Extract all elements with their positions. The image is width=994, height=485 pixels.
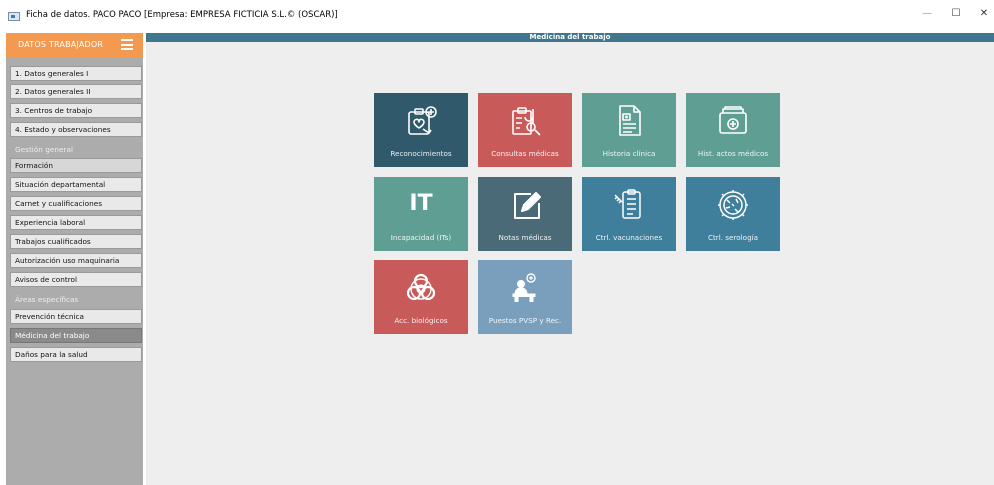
sidebar-item-experiencia-laboral[interactable]: Experiencia laboral (10, 215, 142, 230)
tile-incapacidad[interactable]: IT Incapacidad (ITs) (374, 177, 468, 251)
tile-notas-medicas[interactable]: Notas médicas (478, 177, 572, 251)
sidebar-item-prevencion-tecnica[interactable]: Prevención técnica (10, 309, 142, 324)
sidebar-item-trabajos-cualificados[interactable]: Trabajos cualificados (10, 234, 142, 249)
sidebar-header: DATOS TRABAJADOR (6, 33, 143, 57)
sidebar-item-datos-generales-2[interactable]: 2. Datos generales II (10, 84, 142, 99)
sidebar-item-medicina-trabajo[interactable]: Médicina del trabajo (10, 328, 142, 343)
main-panel: Medicina del trabajo Reconocimientos Con… (146, 33, 994, 485)
sidebar-item-formacion[interactable]: Formación (10, 158, 142, 173)
sidebar-item-carnet-cualificaciones[interactable]: Carnet y cualificaciones (10, 196, 142, 211)
sidebar-item-label: Médicina del trabajo (15, 331, 90, 340)
tile-label: Hist. actos médicos (697, 149, 769, 158)
sidebar-item-situacion-departamental[interactable]: Situación departamental (10, 177, 142, 192)
tile-label: Ctrl. serología (707, 233, 759, 242)
window-title: Ficha de datos. PACO PACO [Empresa: EMPR… (26, 10, 338, 20)
window-titlebar: Ficha de datos. PACO PACO [Empresa: EMPR… (0, 0, 994, 32)
edit-note-icon (505, 187, 545, 223)
tile-ctrl-vacunaciones[interactable]: Ctrl. vacunaciones (582, 177, 676, 251)
medical-folder-icon (713, 103, 753, 139)
sidebar-item-estado-observaciones[interactable]: 4. Estado y observaciones (10, 122, 142, 137)
sidebar-item-label: Prevención técnica (15, 312, 84, 321)
close-button[interactable]: ✕ (976, 8, 992, 19)
minimize-button[interactable]: — (919, 8, 935, 19)
tile-reconocimientos[interactable]: Reconocimientos (374, 93, 468, 167)
workstation-icon (505, 270, 545, 306)
it-text-icon: IT (409, 191, 433, 216)
app-icon (8, 12, 20, 21)
tile-consultas-medicas[interactable]: Consultas médicas (478, 93, 572, 167)
hamburger-menu-icon[interactable] (121, 39, 133, 50)
biohazard-icon (401, 270, 441, 306)
sidebar-item-datos-generales-1[interactable]: 1. Datos generales I (10, 66, 142, 81)
tile-puestos-pvsp[interactable]: Puestos PVSP y Rec. (478, 260, 572, 334)
tile-label: Incapacidad (ITs) (390, 233, 452, 242)
tile-historia-clinica[interactable]: Historia clínica (582, 93, 676, 167)
tile-label: Puestos PVSP y Rec. (488, 316, 562, 325)
group-label-gestion-general: Gestión general (15, 145, 73, 154)
medical-consult-icon (505, 103, 545, 139)
main-header-bar: Medicina del trabajo (146, 33, 994, 42)
group-label-areas-especificas: Áreas específicas (15, 295, 79, 304)
sidebar-header-label: DATOS TRABAJADOR (18, 40, 104, 49)
page-title: Medicina del trabajo (529, 33, 611, 41)
tile-ctrl-serologia[interactable]: Ctrl. serología (686, 177, 780, 251)
sidebar-item-centros-trabajo[interactable]: 3. Centros de trabajo (10, 103, 142, 118)
clinical-history-icon (609, 103, 649, 139)
maximize-button[interactable]: ☐ (948, 8, 964, 19)
tile-label: Reconocimientos (390, 149, 452, 158)
sidebar-item-danos-salud[interactable]: Daños para la salud (10, 347, 142, 362)
tile-hist-actos-medicos[interactable]: Hist. actos médicos (686, 93, 780, 167)
tile-label: Consultas médicas (491, 149, 559, 158)
sidebar-item-label: Daños para la salud (15, 350, 88, 359)
tile-label: Notas médicas (498, 233, 552, 242)
sidebar-item-avisos-control[interactable]: Avisos de control (10, 272, 142, 287)
vaccine-list-icon (609, 187, 649, 223)
tile-acc-biologicos[interactable]: Acc. biológicos (374, 260, 468, 334)
tile-label: Historia clínica (602, 149, 656, 158)
health-check-icon (401, 103, 441, 139)
sidebar-item-autorizacion-maquinaria[interactable]: Autorización uso maquinaria (10, 253, 142, 268)
tile-label: Acc. biológicos (394, 316, 448, 325)
tile-label: Ctrl. vacunaciones (595, 233, 663, 242)
sidebar: DATOS TRABAJADOR 1. Datos generales I 2.… (6, 33, 143, 485)
virus-icon (713, 187, 753, 223)
